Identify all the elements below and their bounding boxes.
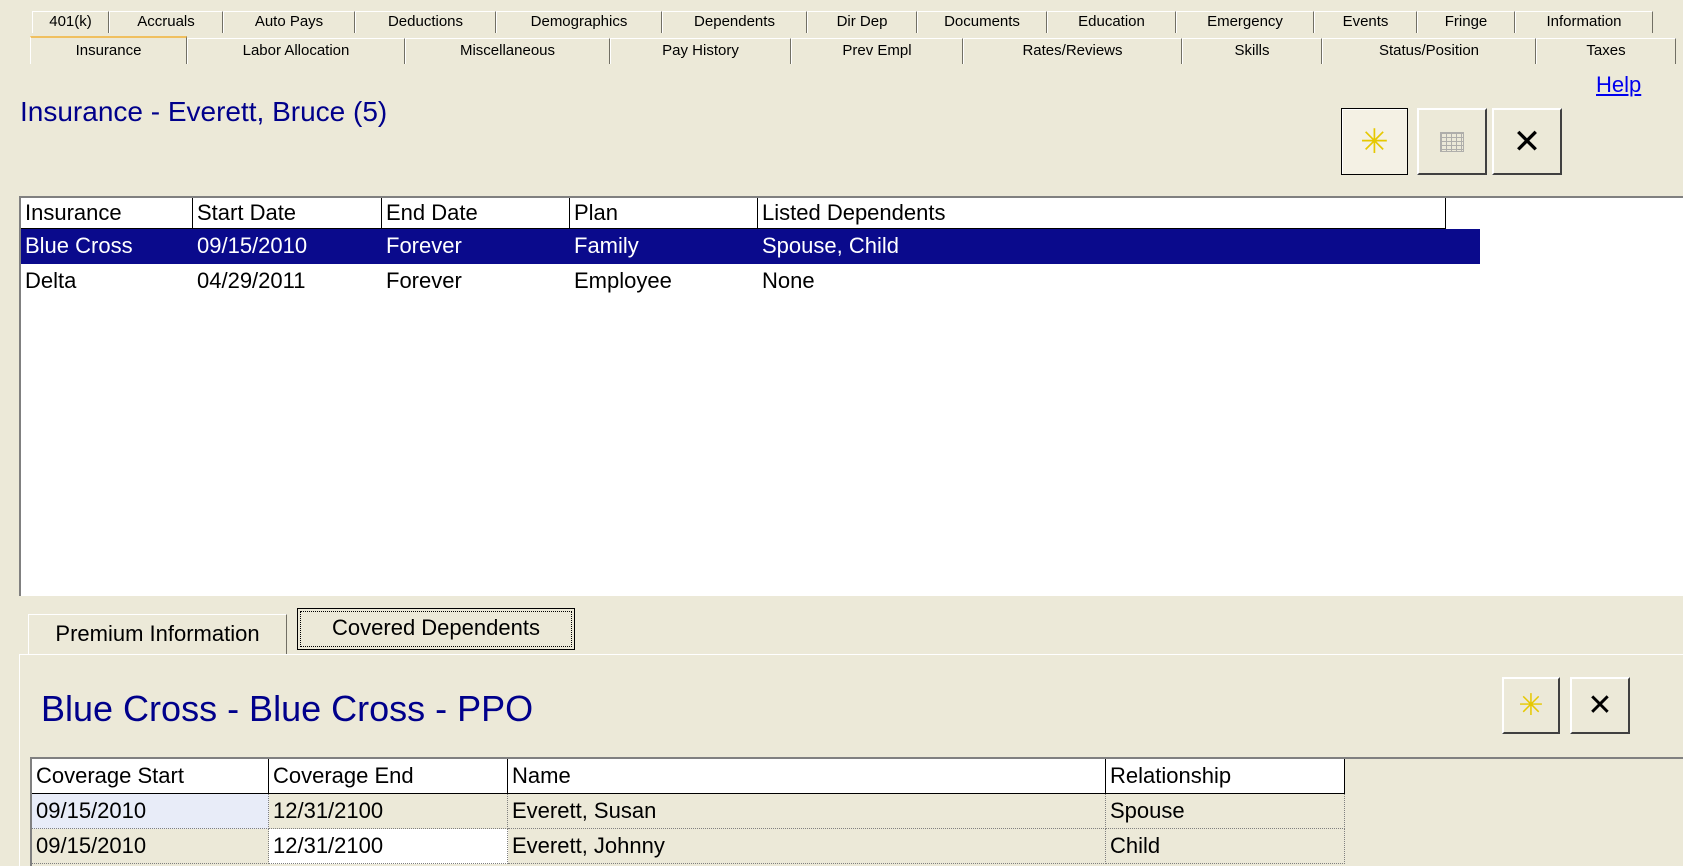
asterisk-new-icon: ✳ bbox=[1360, 122, 1389, 161]
cell-relationship[interactable]: Child bbox=[1106, 829, 1345, 864]
tab-premium-information[interactable]: Premium Information bbox=[28, 614, 287, 654]
tab-rates-reviews[interactable]: Rates/Reviews bbox=[963, 38, 1182, 64]
plan-title: Blue Cross - Blue Cross - PPO bbox=[41, 688, 534, 729]
column-header-listed-dependents[interactable]: Listed Dependents bbox=[758, 198, 1446, 229]
column-header-end-date[interactable]: End Date bbox=[382, 198, 570, 229]
tab-strip-row2: Insurance Labor Allocation Miscellaneous… bbox=[30, 36, 1683, 64]
add-insurance-button[interactable]: ✳ bbox=[1341, 108, 1408, 175]
dependents-grid-header: Coverage Start Coverage End Name Relatio… bbox=[32, 759, 1683, 794]
cell-end-date: Forever bbox=[386, 268, 462, 293]
tab-prev-empl[interactable]: Prev Empl bbox=[791, 38, 963, 64]
tab-information[interactable]: Information bbox=[1515, 11, 1653, 33]
tab-labor-allocation[interactable]: Labor Allocation bbox=[187, 38, 405, 64]
cell-plan: Employee bbox=[574, 268, 672, 293]
tab-status-position[interactable]: Status/Position bbox=[1322, 38, 1536, 64]
cell-relationship[interactable]: Spouse bbox=[1106, 794, 1345, 829]
insurance-grid-header: Insurance Start Date End Date Plan Liste… bbox=[21, 198, 1683, 229]
tab-dir-dep[interactable]: Dir Dep bbox=[807, 11, 917, 33]
cell-coverage-start[interactable]: 09/15/2010 bbox=[32, 829, 269, 864]
cell-coverage-end[interactable]: 12/31/2100 bbox=[269, 829, 508, 864]
cell-listed-dependents: Spouse, Child bbox=[762, 233, 899, 258]
help-link[interactable]: Help bbox=[1596, 72, 1641, 98]
column-header-insurance[interactable]: Insurance bbox=[21, 198, 193, 229]
tab-demographics[interactable]: Demographics bbox=[496, 11, 662, 33]
column-header-coverage-start[interactable]: Coverage Start bbox=[32, 759, 269, 794]
cell-coverage-start[interactable]: 09/15/2010 bbox=[32, 794, 269, 829]
x-close-icon: ✕ bbox=[1512, 121, 1542, 162]
tab-dependents[interactable]: Dependents bbox=[662, 11, 807, 33]
delete-insurance-button[interactable]: ✕ bbox=[1492, 108, 1562, 175]
column-header-plan[interactable]: Plan bbox=[570, 198, 758, 229]
table-row[interactable]: 09/15/2010 12/31/2100 Everett, Johnny Ch… bbox=[32, 829, 1683, 864]
tab-events[interactable]: Events bbox=[1314, 11, 1417, 33]
column-header-coverage-end[interactable]: Coverage End bbox=[269, 759, 508, 794]
cell-insurance: Blue Cross bbox=[25, 233, 133, 258]
tab-auto-pays[interactable]: Auto Pays bbox=[223, 11, 355, 33]
tab-insurance[interactable]: Insurance bbox=[30, 36, 187, 64]
dependents-grid[interactable]: Coverage Start Coverage End Name Relatio… bbox=[30, 757, 1683, 866]
tab-strip-row1: 401(k) Accruals Auto Pays Deductions Dem… bbox=[32, 9, 1683, 33]
asterisk-new-icon: ✳ bbox=[1518, 688, 1544, 722]
cell-listed-dependents: None bbox=[762, 268, 815, 293]
x-close-icon: ✕ bbox=[1587, 687, 1613, 723]
tab-fringe[interactable]: Fringe bbox=[1417, 11, 1515, 33]
cell-start-date: 09/15/2010 bbox=[197, 233, 308, 258]
tab-education[interactable]: Education bbox=[1047, 11, 1176, 33]
table-row[interactable]: Blue Cross 09/15/2010 Forever Family Spo… bbox=[21, 229, 1480, 264]
cell-end-date: Forever bbox=[386, 233, 462, 258]
cell-coverage-end[interactable]: 12/31/2100 bbox=[269, 794, 508, 829]
table-row[interactable]: 09/15/2010 12/31/2100 Everett, Susan Spo… bbox=[32, 794, 1683, 829]
column-header-name[interactable]: Name bbox=[508, 759, 1106, 794]
table-row[interactable]: Delta 04/29/2011 Forever Employee None bbox=[21, 264, 1683, 299]
cell-start-date: 04/29/2011 bbox=[197, 268, 306, 293]
cell-insurance: Delta bbox=[25, 268, 77, 293]
cell-name[interactable]: Everett, Johnny bbox=[508, 829, 1106, 864]
tab-401k[interactable]: 401(k) bbox=[32, 11, 109, 33]
column-header-start-date[interactable]: Start Date bbox=[193, 198, 382, 229]
page-title: Insurance - Everett, Bruce (5) bbox=[20, 96, 388, 127]
tab-skills[interactable]: Skills bbox=[1182, 38, 1322, 64]
calendar-icon bbox=[1440, 131, 1464, 152]
tab-covered-dependents[interactable]: Covered Dependents bbox=[297, 608, 575, 650]
tab-emergency[interactable]: Emergency bbox=[1176, 11, 1314, 33]
add-dependent-button[interactable]: ✳ bbox=[1502, 677, 1560, 734]
column-header-relationship[interactable]: Relationship bbox=[1106, 759, 1345, 794]
insurance-grid[interactable]: Insurance Start Date End Date Plan Liste… bbox=[19, 196, 1683, 596]
cell-plan: Family bbox=[574, 233, 639, 258]
tab-miscellaneous[interactable]: Miscellaneous bbox=[405, 38, 610, 64]
calendar-button[interactable] bbox=[1417, 108, 1487, 175]
tab-pay-history[interactable]: Pay History bbox=[610, 38, 791, 64]
tab-taxes[interactable]: Taxes bbox=[1536, 38, 1676, 64]
remove-dependent-button[interactable]: ✕ bbox=[1570, 677, 1630, 734]
cell-name[interactable]: Everett, Susan bbox=[508, 794, 1106, 829]
tab-documents[interactable]: Documents bbox=[917, 11, 1047, 33]
tab-accruals[interactable]: Accruals bbox=[109, 11, 223, 33]
tab-deductions[interactable]: Deductions bbox=[355, 11, 496, 33]
